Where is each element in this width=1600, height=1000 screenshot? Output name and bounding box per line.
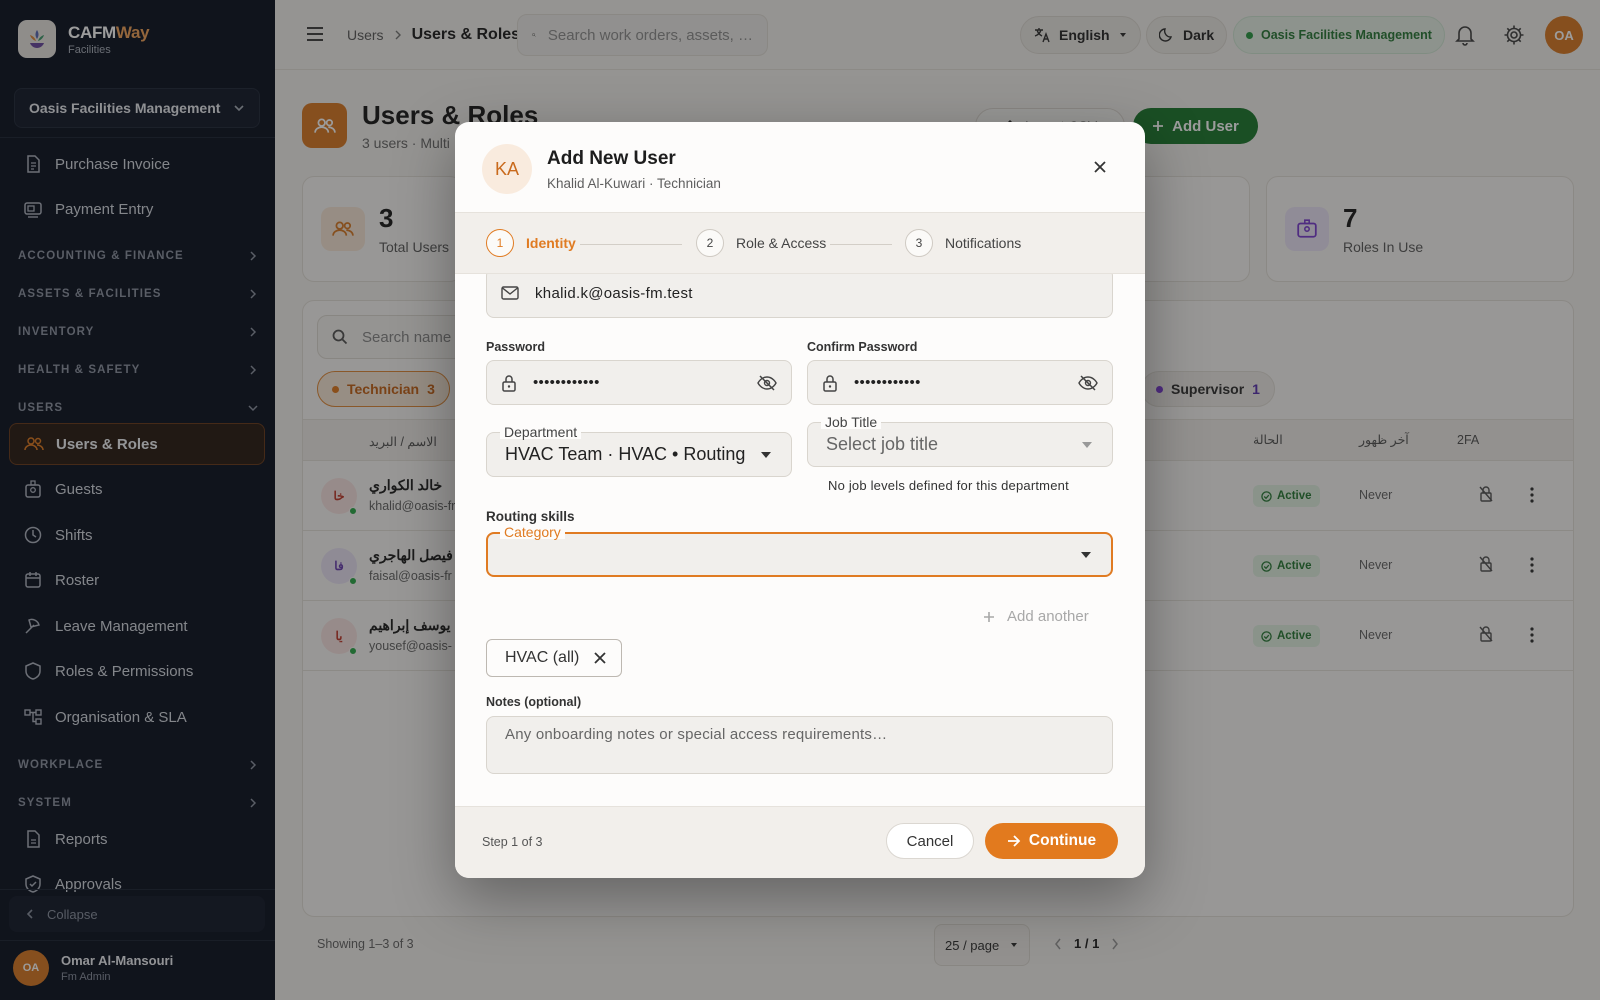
password-value: •••••••••••• bbox=[533, 374, 600, 391]
email-field[interactable]: khalid.k@oasis-fm.test bbox=[486, 274, 1113, 318]
continue-label: Continue bbox=[1028, 832, 1097, 849]
step-role-access[interactable]: 2 Role & Access bbox=[696, 229, 826, 257]
eye-off-icon[interactable] bbox=[757, 374, 777, 391]
arrow-right-icon bbox=[1007, 835, 1021, 847]
close-icon[interactable] bbox=[1091, 158, 1109, 176]
add-user-dialog: KA Add New User Khalid Al-Kuwari · Techn… bbox=[455, 122, 1145, 878]
skill-tag-label: HVAC (all) bbox=[505, 649, 580, 666]
step-connector bbox=[580, 244, 682, 245]
category-label: Category bbox=[500, 525, 565, 539]
step-notifications[interactable]: 3 Notifications bbox=[905, 229, 1021, 257]
skill-tag: HVAC (all) bbox=[486, 639, 623, 677]
notes-placeholder: Any onboarding notes or special access r… bbox=[505, 726, 888, 743]
password-label: Password bbox=[486, 340, 546, 354]
plus-icon bbox=[984, 611, 994, 622]
step-connector bbox=[830, 244, 892, 245]
cancel-button[interactable]: Cancel bbox=[886, 823, 974, 859]
department-value: HVAC Team · HVAC • Routing bbox=[505, 444, 746, 464]
confirm-password-label: Confirm Password bbox=[807, 340, 918, 354]
step-number: 3 bbox=[905, 229, 933, 257]
step-label: Notifications bbox=[945, 235, 1022, 251]
step-label: Role & Access bbox=[736, 235, 827, 251]
notes-textarea[interactable]: Any onboarding notes or special access r… bbox=[486, 716, 1113, 774]
step-label: Identity bbox=[526, 235, 576, 251]
lock-icon bbox=[823, 374, 837, 392]
lock-icon bbox=[502, 374, 516, 392]
job-title-placeholder: Select job title bbox=[826, 434, 939, 454]
cancel-label: Cancel bbox=[906, 832, 954, 850]
wizard-stepper: 1 Identity 2 Role & Access 3 Notificatio… bbox=[455, 212, 1145, 274]
confirm-password-field[interactable]: •••••••••••• bbox=[807, 360, 1113, 405]
caret-down-icon bbox=[1082, 441, 1092, 448]
dialog-subtitle: Khalid Al-Kuwari · Technician bbox=[547, 176, 721, 191]
step-indicator: Step 1 of 3 bbox=[482, 835, 543, 849]
caret-down-icon bbox=[761, 451, 771, 458]
notes-label: Notes (optional) bbox=[486, 695, 582, 709]
avatar: KA bbox=[482, 144, 532, 194]
eye-off-icon[interactable] bbox=[1078, 374, 1098, 391]
step-identity[interactable]: 1 Identity bbox=[486, 229, 576, 257]
password-field[interactable]: •••••••••••• bbox=[486, 360, 792, 405]
job-title-label: Job Title bbox=[821, 415, 882, 429]
add-another-label: Add another bbox=[1007, 608, 1089, 625]
confirm-password-value: •••••••••••• bbox=[854, 374, 921, 391]
close-icon[interactable] bbox=[593, 651, 607, 665]
category-select[interactable] bbox=[486, 532, 1113, 577]
step-number: 1 bbox=[486, 229, 514, 257]
mail-icon bbox=[501, 286, 519, 300]
department-label: Department bbox=[500, 425, 582, 439]
dialog-title: Add New User bbox=[547, 148, 676, 169]
step-number: 2 bbox=[696, 229, 724, 257]
dialog-footer: Step 1 of 3 Cancel Continue bbox=[455, 806, 1145, 878]
add-another-button[interactable]: Add another bbox=[983, 608, 1089, 625]
job-title-helper: No job levels defined for this departmen… bbox=[828, 478, 1069, 493]
dialog-body: khalid.k@oasis-fm.test Password ••••••••… bbox=[455, 274, 1145, 806]
continue-button[interactable]: Continue bbox=[985, 823, 1118, 859]
email-value: khalid.k@oasis-fm.test bbox=[535, 284, 693, 302]
routing-skills-label: Routing skills bbox=[486, 509, 575, 524]
caret-down-icon bbox=[1081, 551, 1091, 558]
